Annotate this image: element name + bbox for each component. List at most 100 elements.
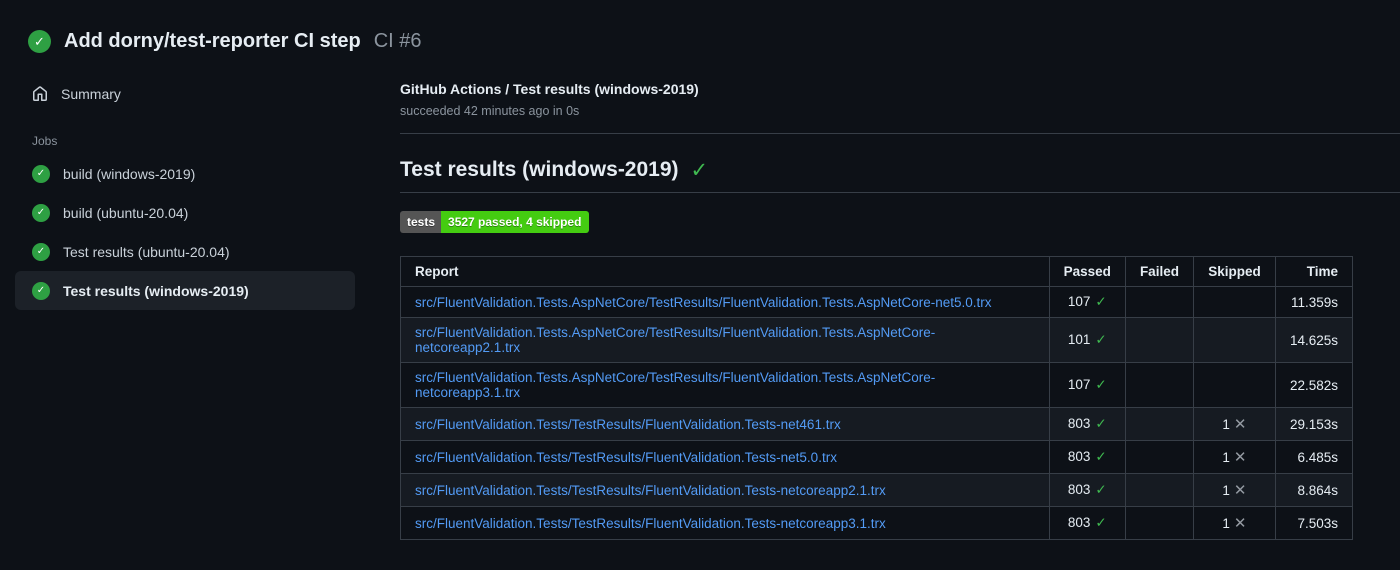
sidebar-job-item[interactable]: ✓ Test results (windows-2019) bbox=[15, 271, 355, 310]
sidebar: Summary Jobs ✓ build (windows-2019) ✓ build… bbox=[0, 69, 400, 310]
job-success-check-icon: ✓ bbox=[32, 203, 50, 222]
report-row: src/FluentValidation.Tests.AspNetCore/Te… bbox=[400, 362, 1354, 408]
report-link[interactable]: src/FluentValidation.Tests/TestResults/F… bbox=[415, 450, 837, 465]
skipped-cell: 1 ✕ bbox=[1192, 407, 1276, 441]
report-link[interactable]: src/FluentValidation.Tests/TestResults/F… bbox=[415, 483, 886, 498]
report-row: src/FluentValidation.Tests/TestResults/F… bbox=[400, 506, 1354, 540]
jobs-section-label: Jobs bbox=[32, 134, 58, 148]
section-title: Test results (windows-2019) bbox=[400, 158, 679, 181]
skipped-count: 1 bbox=[1222, 483, 1230, 498]
job-label: Test results (windows-2019) bbox=[63, 282, 249, 299]
run-title: Add dorny/test-reporter CI step bbox=[64, 30, 361, 52]
passed-cell: 803 ✓ bbox=[1048, 473, 1126, 507]
column-header-skipped: Skipped bbox=[1192, 256, 1276, 287]
passed-count: 107 bbox=[1067, 294, 1091, 309]
column-header-passed: Passed bbox=[1048, 256, 1126, 287]
skip-x-icon: ✕ bbox=[1233, 449, 1247, 466]
skipped-cell: 1 ✕ bbox=[1192, 506, 1276, 540]
tests-badge: tests 3527 passed, 4 skipped bbox=[400, 211, 590, 233]
content-area: Summary Jobs ✓ build (windows-2019) ✓ build… bbox=[0, 69, 1400, 540]
jobs-list: ✓ build (windows-2019) ✓ build (ubuntu-20.0… bbox=[15, 154, 355, 310]
passed-count: 101 bbox=[1067, 332, 1091, 347]
time-cell: 11.359s bbox=[1274, 286, 1354, 318]
skipped-cell bbox=[1192, 362, 1276, 408]
job-label: Test results (ubuntu-20.04) bbox=[63, 243, 230, 260]
passed-cell: 803 ✓ bbox=[1048, 407, 1126, 441]
run-header: ✓ Add dorny/test-reporter CI step CI #6 bbox=[0, 0, 1400, 53]
passed-count: 803 bbox=[1067, 482, 1091, 497]
column-header-failed: Failed bbox=[1124, 256, 1194, 287]
column-header-report: Report bbox=[400, 256, 1050, 287]
skipped-cell: 1 ✕ bbox=[1192, 440, 1276, 474]
sidebar-item-summary[interactable]: Summary bbox=[15, 75, 355, 112]
report-cell: src/FluentValidation.Tests.AspNetCore/Te… bbox=[400, 317, 1050, 363]
job-success-check-icon: ✓ bbox=[32, 242, 50, 261]
report-cell: src/FluentValidation.Tests/TestResults/F… bbox=[400, 506, 1050, 540]
table-body: src/FluentValidation.Tests.AspNetCore/Te… bbox=[400, 286, 1354, 540]
job-success-check-icon: ✓ bbox=[32, 281, 50, 300]
summary-label: Summary bbox=[61, 85, 121, 102]
run-status-line: succeeded 42 minutes ago in 0s bbox=[400, 104, 580, 118]
time-cell: 29.153s bbox=[1274, 407, 1354, 441]
report-cell: src/FluentValidation.Tests/TestResults/F… bbox=[400, 473, 1050, 507]
passed-cell: 107 ✓ bbox=[1048, 362, 1126, 408]
skip-x-icon: ✕ bbox=[1233, 416, 1247, 433]
failed-cell bbox=[1124, 317, 1194, 363]
report-row: src/FluentValidation.Tests.AspNetCore/Te… bbox=[400, 317, 1354, 363]
skipped-count: 1 bbox=[1222, 516, 1230, 531]
report-cell: src/FluentValidation.Tests/TestResults/F… bbox=[400, 407, 1050, 441]
pass-check-icon: ✓ bbox=[1095, 416, 1107, 431]
run-success-check-icon: ✓ bbox=[28, 30, 51, 53]
skipped-count: 1 bbox=[1222, 450, 1230, 465]
failed-cell bbox=[1124, 440, 1194, 474]
failed-cell bbox=[1124, 286, 1194, 318]
report-row: src/FluentValidation.Tests/TestResults/F… bbox=[400, 407, 1354, 441]
report-link[interactable]: src/FluentValidation.Tests/TestResults/F… bbox=[415, 417, 841, 432]
failed-cell bbox=[1124, 506, 1194, 540]
pass-check-icon: ✓ bbox=[1095, 377, 1107, 392]
failed-cell bbox=[1124, 362, 1194, 408]
pass-check-icon: ✓ bbox=[1095, 294, 1107, 309]
report-row: src/FluentValidation.Tests.AspNetCore/Te… bbox=[400, 286, 1354, 318]
header-divider bbox=[400, 133, 1400, 134]
report-row: src/FluentValidation.Tests/TestResults/F… bbox=[400, 440, 1354, 474]
section-success-check-icon: ✓ bbox=[690, 158, 709, 182]
passed-count: 803 bbox=[1067, 515, 1091, 530]
report-link[interactable]: src/FluentValidation.Tests/TestResults/F… bbox=[415, 516, 886, 531]
tests-badge-label: tests bbox=[400, 211, 442, 233]
sidebar-job-item[interactable]: ✓ Test results (ubuntu-20.04) bbox=[15, 232, 355, 271]
skipped-cell: 1 ✕ bbox=[1192, 473, 1276, 507]
report-link[interactable]: src/FluentValidation.Tests.AspNetCore/Te… bbox=[415, 295, 992, 310]
skipped-cell bbox=[1192, 286, 1276, 318]
failed-cell bbox=[1124, 473, 1194, 507]
passed-count: 803 bbox=[1067, 449, 1091, 464]
time-cell: 6.485s bbox=[1274, 440, 1354, 474]
passed-count: 107 bbox=[1067, 377, 1091, 392]
pass-check-icon: ✓ bbox=[1095, 332, 1107, 347]
section-title-row: Test results (windows-2019) ✓ bbox=[400, 158, 1400, 193]
check-run-breadcrumb: GitHub Actions / Test results (windows-2… bbox=[400, 81, 699, 97]
passed-cell: 803 ✓ bbox=[1048, 440, 1126, 474]
passed-cell: 803 ✓ bbox=[1048, 506, 1126, 540]
report-link[interactable]: src/FluentValidation.Tests.AspNetCore/Te… bbox=[415, 325, 935, 355]
table-header-row: Report Passed Failed Skipped Time bbox=[400, 256, 1354, 287]
report-row: src/FluentValidation.Tests/TestResults/F… bbox=[400, 473, 1354, 507]
skipped-count: 1 bbox=[1222, 417, 1230, 432]
skip-x-icon: ✕ bbox=[1233, 515, 1247, 532]
failed-cell bbox=[1124, 407, 1194, 441]
report-cell: src/FluentValidation.Tests/TestResults/F… bbox=[400, 440, 1050, 474]
time-cell: 8.864s bbox=[1274, 473, 1354, 507]
passed-cell: 107 ✓ bbox=[1048, 286, 1126, 318]
report-link[interactable]: src/FluentValidation.Tests.AspNetCore/Te… bbox=[415, 370, 935, 400]
home-icon bbox=[33, 85, 47, 101]
time-cell: 22.582s bbox=[1274, 362, 1354, 408]
column-header-time: Time bbox=[1274, 256, 1354, 287]
sidebar-job-item[interactable]: ✓ build (ubuntu-20.04) bbox=[15, 193, 355, 232]
skip-x-icon: ✕ bbox=[1233, 482, 1247, 499]
pass-check-icon: ✓ bbox=[1095, 482, 1107, 497]
pass-check-icon: ✓ bbox=[1095, 515, 1107, 530]
sidebar-job-item[interactable]: ✓ build (windows-2019) bbox=[15, 154, 355, 193]
tests-badge-value: 3527 passed, 4 skipped bbox=[441, 211, 590, 233]
job-label: build (windows-2019) bbox=[63, 165, 196, 182]
time-cell: 7.503s bbox=[1274, 506, 1354, 540]
